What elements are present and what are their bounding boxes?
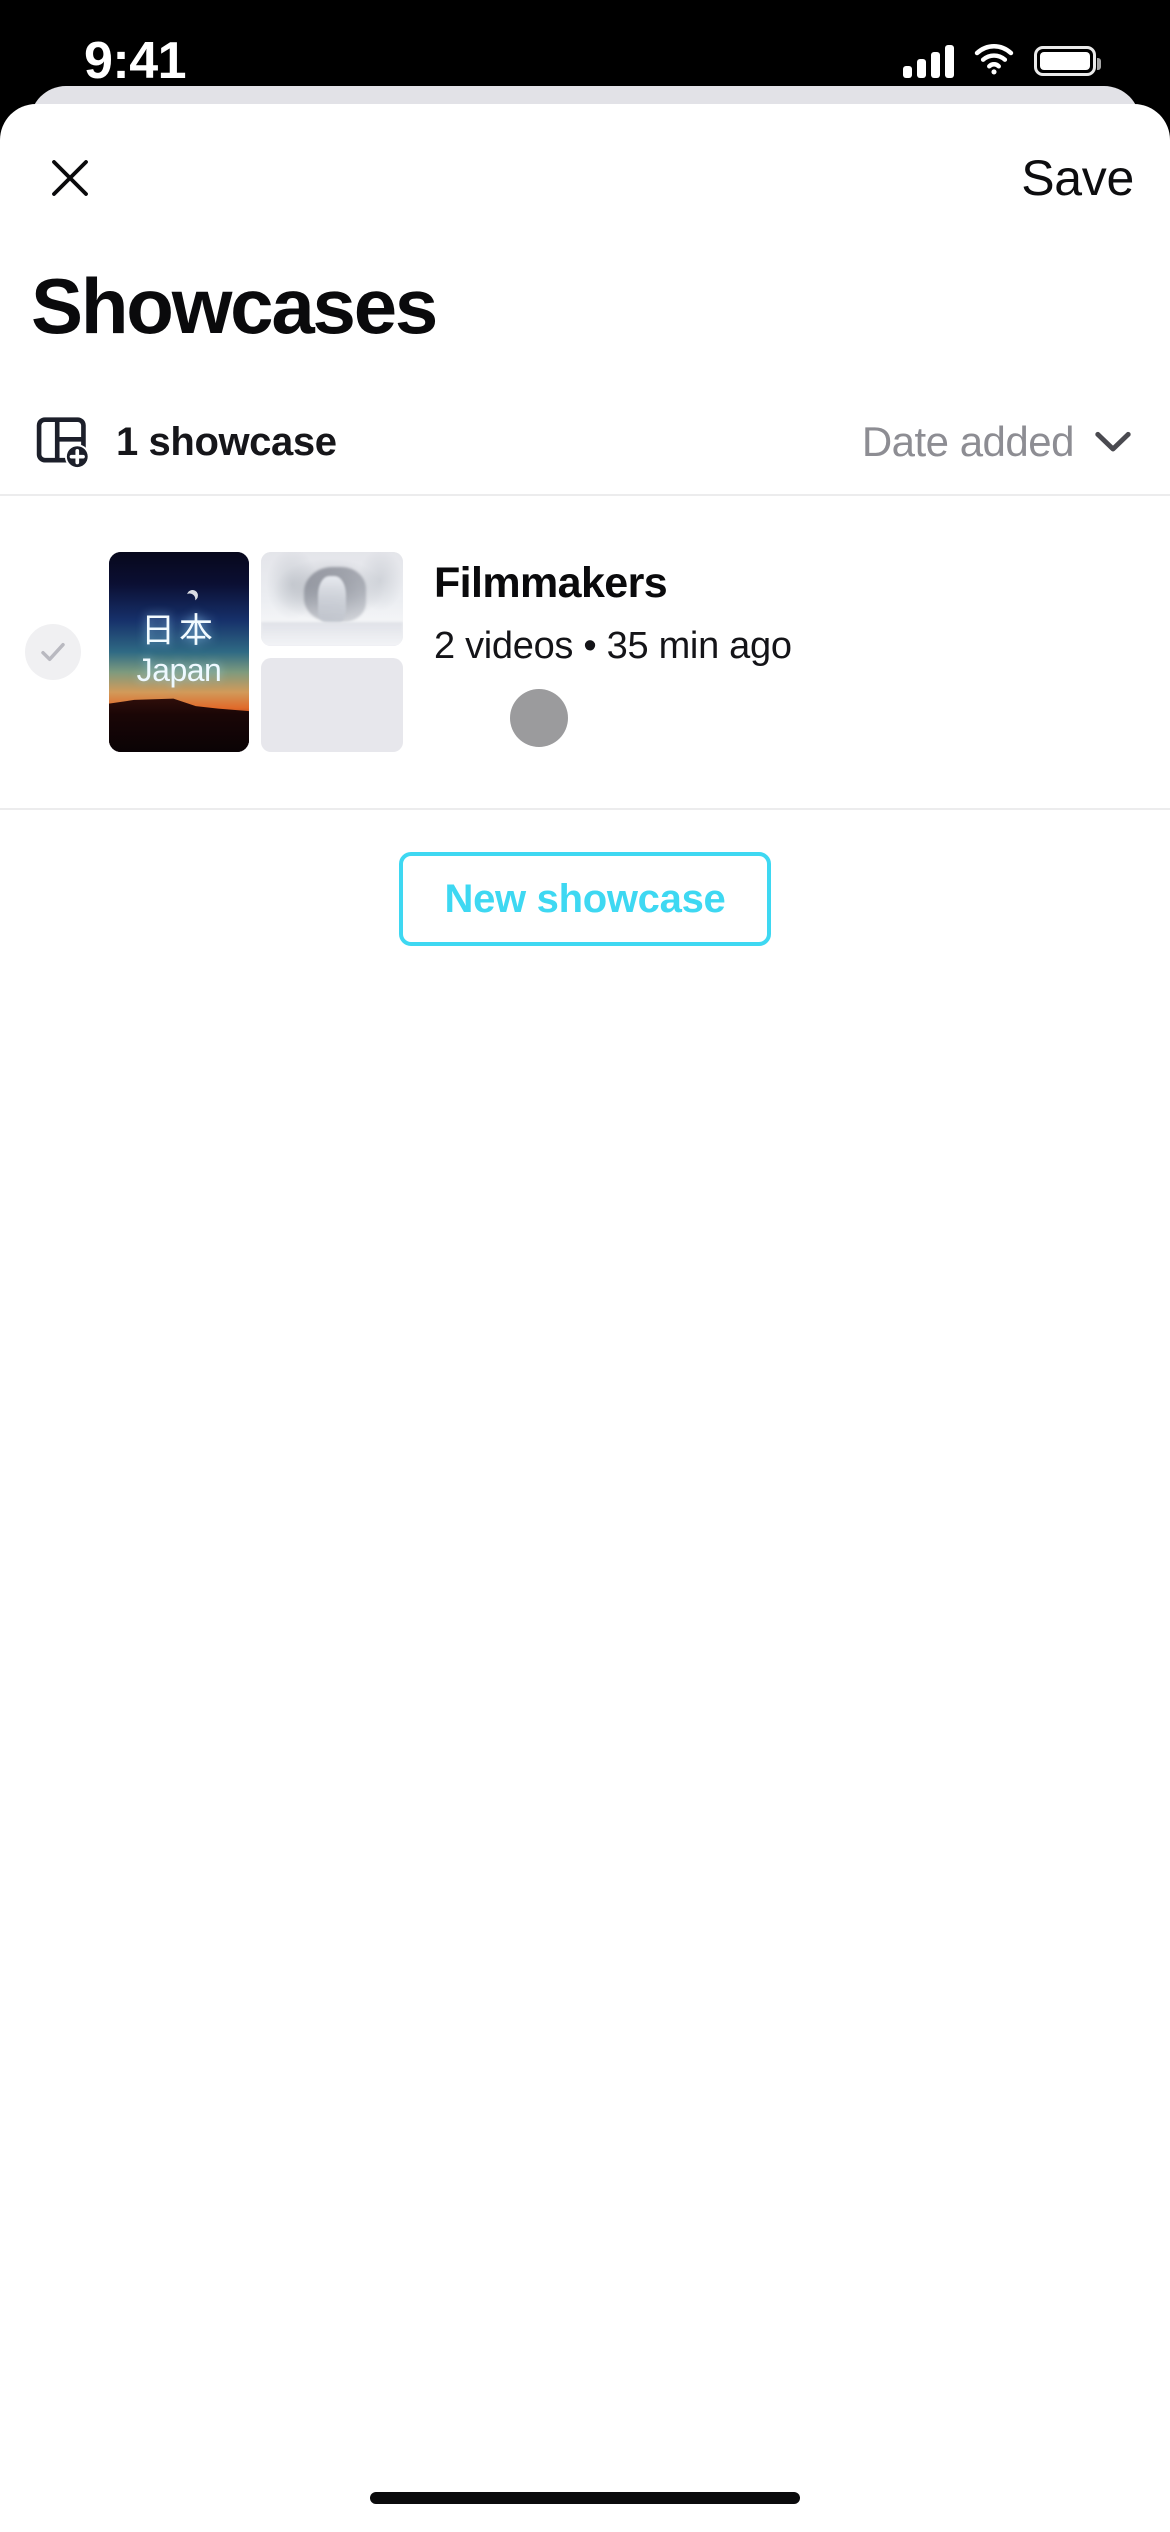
thumbnail-secondary-2 (261, 658, 403, 752)
thumbnail-romaji-text: Japan (136, 652, 222, 688)
check-icon (37, 636, 69, 668)
cellular-signal-icon (903, 44, 954, 78)
showcase-count-label: 1 showcase (116, 419, 337, 464)
showcase-list-item[interactable]: 日本 Japan Filmmakers 2 videos • 35 min ag… (0, 496, 1170, 808)
thumbnail-secondary-1 (261, 552, 403, 646)
status-bar-time: 9:41 (84, 32, 187, 90)
showcase-add-icon (36, 415, 90, 469)
showcase-meta: Filmmakers 2 videos • 35 min ago (434, 557, 1170, 747)
showcase-title: Filmmakers (434, 559, 668, 607)
avatar (510, 689, 568, 747)
phone-screen: 9:41 Save Showcases 1 showcase Date adde… (0, 0, 1170, 2532)
thumbnail-rider-shape (317, 576, 347, 624)
home-indicator[interactable] (370, 2492, 800, 2504)
showcases-sheet: Save Showcases 1 showcase Date added 日本 … (0, 104, 1170, 2532)
row-divider (0, 808, 1170, 810)
thumbnail-primary: 日本 Japan (109, 552, 249, 752)
showcase-count-group[interactable]: 1 showcase (36, 415, 337, 469)
sort-dropdown[interactable]: Date added (858, 410, 1136, 474)
select-checkbox[interactable] (25, 624, 81, 680)
sheet-navbar: Save (0, 104, 1170, 230)
page-title: Showcases (31, 262, 438, 350)
showcase-thumbnails: 日本 Japan (109, 552, 403, 752)
thumbnail-ground (261, 621, 403, 646)
status-bar-indicators (903, 36, 1101, 86)
sort-label: Date added (861, 418, 1075, 465)
showcases-toolbar: 1 showcase Date added (0, 390, 1170, 494)
save-button[interactable]: Save (1015, 132, 1140, 224)
chevron-down-icon (1094, 429, 1132, 455)
close-button[interactable] (24, 132, 116, 224)
wifi-icon (972, 42, 1016, 81)
thumbnail-secondary-stack (261, 552, 403, 752)
thumbnail-kanji-text: 日本 (141, 611, 217, 651)
new-showcase-button[interactable]: New showcase (398, 852, 772, 946)
new-showcase-row: New showcase (0, 852, 1170, 946)
close-icon (46, 154, 94, 202)
showcase-subtitle: 2 videos • 35 min ago (434, 625, 792, 667)
battery-icon (1034, 46, 1101, 76)
